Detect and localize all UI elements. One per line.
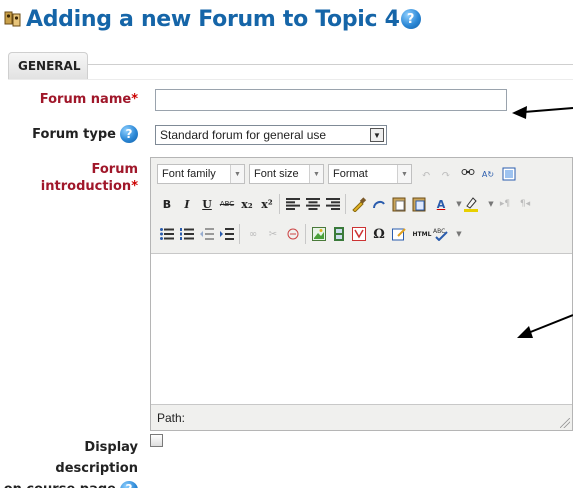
- display-description-label: Display description on course page ?: [0, 437, 138, 488]
- strikethrough-button[interactable]: ABC: [217, 194, 237, 214]
- anchor-icon[interactable]: [283, 224, 303, 244]
- annotation-arrowhead-name: [512, 106, 527, 119]
- forum-name-label: Forum name*: [39, 92, 138, 107]
- superscript-button[interactable]: x²: [257, 194, 277, 214]
- rtl-icon[interactable]: ¶◂: [515, 194, 535, 214]
- chevron-down-icon: ▼: [230, 165, 244, 183]
- section-general-legend[interactable]: GENERAL: [8, 52, 88, 79]
- chevron-down-icon: ▼: [397, 165, 411, 183]
- chevron-down-icon[interactable]: ▼: [449, 224, 469, 244]
- font-family-dropdown[interactable]: Font family ▼: [157, 164, 245, 184]
- align-right-icon[interactable]: [323, 194, 343, 214]
- display-description-checkbox[interactable]: [150, 434, 163, 447]
- forum-type-label: Forum type ?: [32, 125, 138, 143]
- toolbar-separator: [279, 194, 280, 214]
- page-title: Adding a new Forum to Topic 4: [26, 6, 400, 32]
- page-title-row: Adding a new Forum to Topic 4 ?: [4, 2, 421, 36]
- underline-button[interactable]: U: [197, 194, 217, 214]
- media-icon[interactable]: [329, 224, 349, 244]
- highlight-color-icon[interactable]: [461, 194, 481, 214]
- forum-intro-label: Forum introduction*: [40, 162, 138, 194]
- forum-type-select[interactable]: Standard forum for general use ▼: [155, 125, 387, 145]
- toolbar-separator: [239, 224, 240, 244]
- cleanup-icon[interactable]: [349, 194, 369, 214]
- help-icon[interactable]: ?: [120, 480, 138, 488]
- annotation-arrow-name: [523, 107, 573, 113]
- bullet-list-icon[interactable]: [157, 224, 177, 244]
- forum-name-input[interactable]: [155, 89, 507, 111]
- forum-type-selected: Standard forum for general use: [160, 128, 327, 142]
- edit-icon[interactable]: [389, 224, 409, 244]
- svg-text:ABC: ABC: [433, 228, 445, 235]
- italic-button[interactable]: I: [177, 194, 197, 214]
- redo-icon[interactable]: ↷: [436, 164, 456, 184]
- section-divider-lower: [8, 79, 573, 80]
- unlink-icon[interactable]: ✂: [263, 224, 283, 244]
- path-label: Path:: [157, 411, 186, 425]
- chevron-down-icon[interactable]: ▼: [370, 128, 384, 142]
- toolbar-separator: [345, 194, 346, 214]
- undo-icon[interactable]: ↶: [416, 164, 436, 184]
- fullscreen-icon[interactable]: [499, 164, 519, 184]
- align-left-icon[interactable]: [283, 194, 303, 214]
- editor-content-area[interactable]: [151, 254, 572, 406]
- image-icon[interactable]: [309, 224, 329, 244]
- resize-grip-icon[interactable]: [560, 418, 570, 428]
- format-dropdown[interactable]: Format ▼: [328, 164, 412, 184]
- replace-icon[interactable]: A↻: [478, 164, 498, 184]
- find-icon[interactable]: [458, 164, 478, 184]
- help-icon[interactable]: ?: [400, 9, 421, 29]
- chevron-down-icon: ▼: [309, 165, 323, 183]
- required-marker: *: [131, 179, 138, 194]
- numbered-list-icon[interactable]: [177, 224, 197, 244]
- indent-icon[interactable]: [217, 224, 237, 244]
- subscript-button[interactable]: x₂: [237, 194, 257, 214]
- html-source-button[interactable]: HTML: [411, 224, 433, 244]
- bold-button[interactable]: B: [157, 194, 177, 214]
- toolbar-separator: [305, 224, 306, 244]
- ltr-icon[interactable]: ▸¶: [495, 194, 515, 214]
- text-color-button[interactable]: A: [431, 194, 451, 214]
- align-center-icon[interactable]: [303, 194, 323, 214]
- editor-path-bar: Path:: [151, 404, 572, 430]
- eraser-icon[interactable]: [369, 194, 389, 214]
- special-char-button[interactable]: Ω: [369, 224, 389, 244]
- editor-toolbar: Font family ▼ Font size ▼ Format ▼ ↶ ↷ A↻ B…: [151, 158, 572, 254]
- font-size-dropdown[interactable]: Font size ▼: [249, 164, 324, 184]
- help-icon[interactable]: ?: [120, 125, 138, 143]
- link-icon[interactable]: ∞: [243, 224, 263, 244]
- outdent-icon[interactable]: [197, 224, 217, 244]
- emoticon-icon[interactable]: [349, 224, 369, 244]
- paste-text-icon[interactable]: [389, 194, 409, 214]
- section-divider: [88, 64, 573, 65]
- section-legend-text: GENERAL: [18, 59, 81, 73]
- spellcheck-icon[interactable]: ABC: [431, 224, 451, 244]
- paste-word-icon[interactable]: [409, 194, 429, 214]
- required-marker: *: [131, 92, 138, 107]
- rich-text-editor: Font family ▼ Font size ▼ Format ▼ ↶ ↷ A↻ B…: [150, 157, 573, 431]
- forum-icon: [4, 10, 22, 28]
